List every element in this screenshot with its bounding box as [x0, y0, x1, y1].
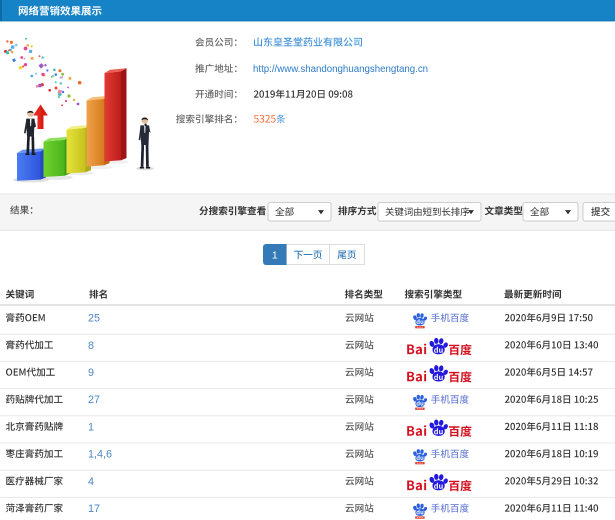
svg-text:1: 1	[88, 421, 94, 433]
svg-text:9: 9	[88, 367, 94, 379]
svg-text:25: 25	[88, 313, 100, 325]
svg-text:http://www.shandonghuangshengt: http://www.shandonghuangshengtang.cn	[253, 64, 428, 75]
svg-text:1,4,6: 1,4,6	[88, 449, 112, 461]
svg-text:17: 17	[88, 503, 100, 515]
svg-text:1: 1	[272, 249, 278, 261]
svg-text:27: 27	[88, 394, 100, 406]
svg-text:8: 8	[88, 340, 94, 352]
svg-text:4: 4	[88, 476, 94, 488]
